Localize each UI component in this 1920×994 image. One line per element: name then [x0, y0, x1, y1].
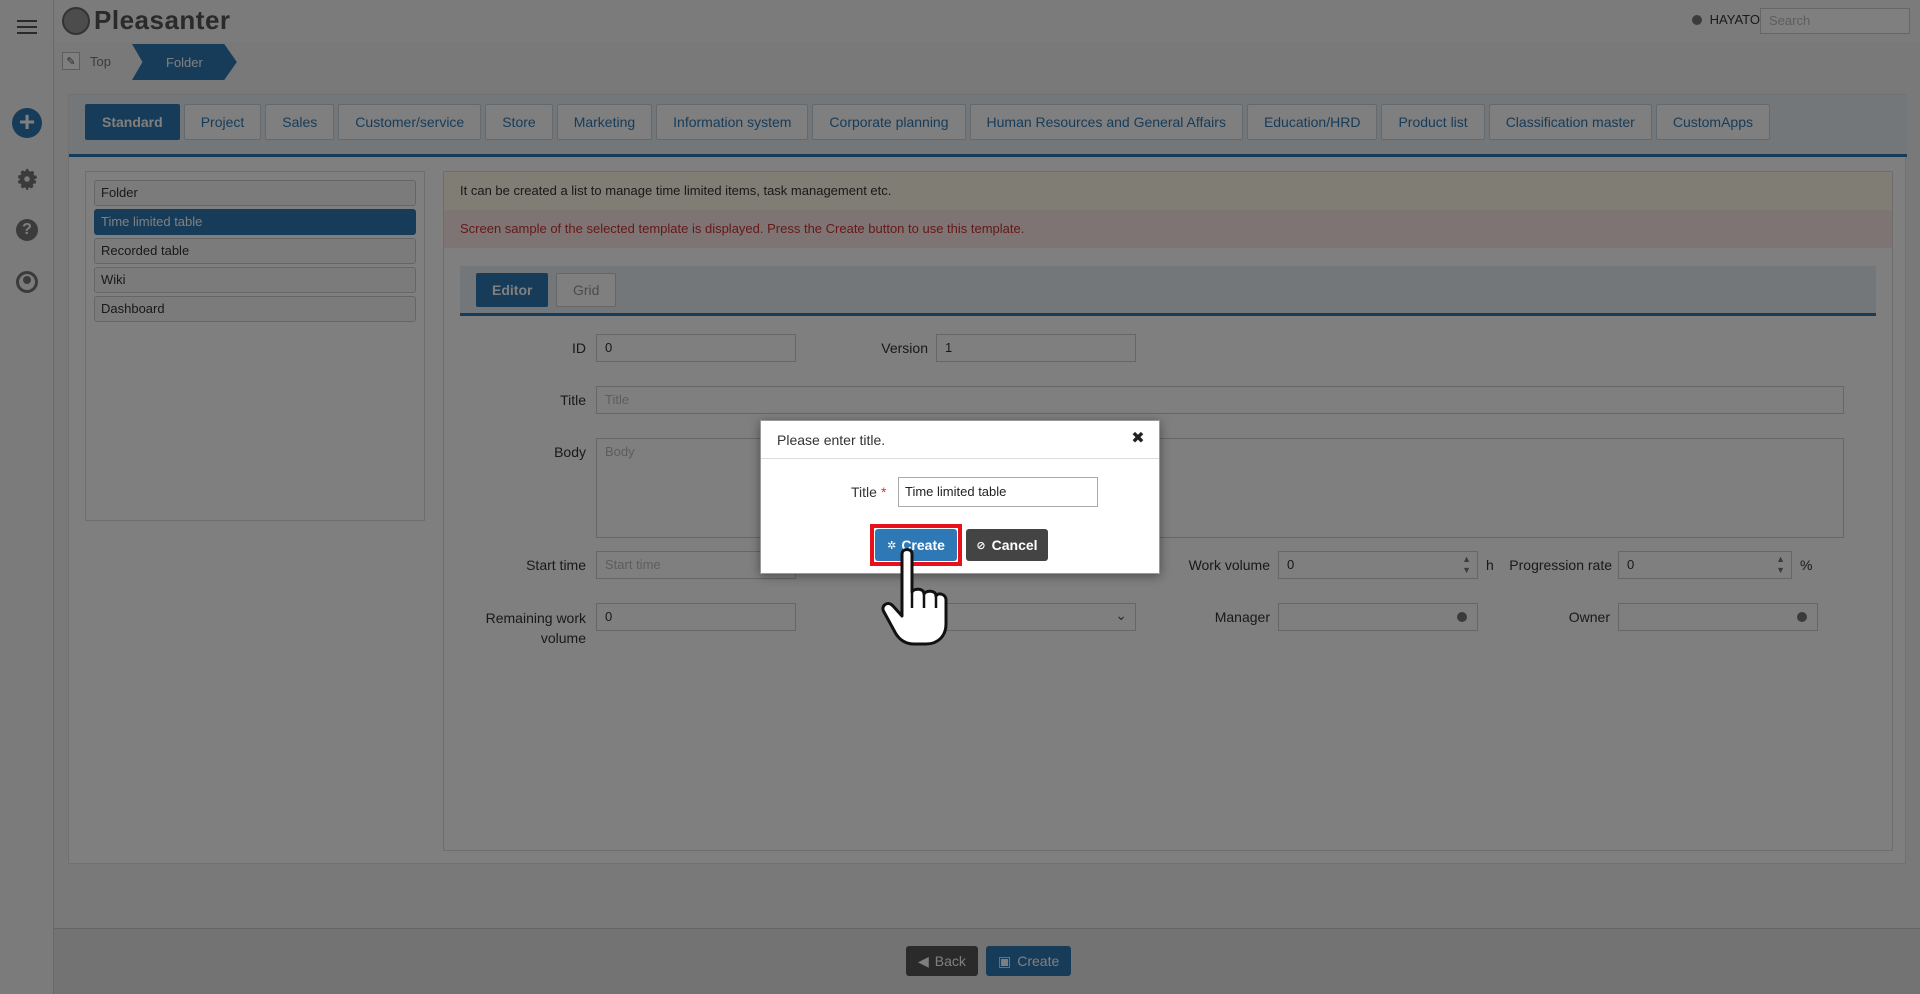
dialog-title-input[interactable]: Time limited table: [898, 477, 1098, 507]
close-icon[interactable]: ✖: [1129, 430, 1147, 448]
required-mark: *: [880, 484, 887, 500]
cancel-button-label: Cancel: [991, 537, 1038, 553]
title-dialog: Please enter title. ✖ Title * Time limite…: [760, 420, 1160, 574]
dialog-title-label: Title *: [851, 484, 886, 500]
cancel-icon: ⊘: [976, 539, 986, 552]
dialog-title-label-text: Title: [851, 484, 877, 500]
cancel-button[interactable]: ⊘ Cancel: [966, 529, 1048, 561]
dialog-heading: Please enter title.: [761, 421, 1159, 459]
pointing-hand-icon: [881, 548, 948, 646]
